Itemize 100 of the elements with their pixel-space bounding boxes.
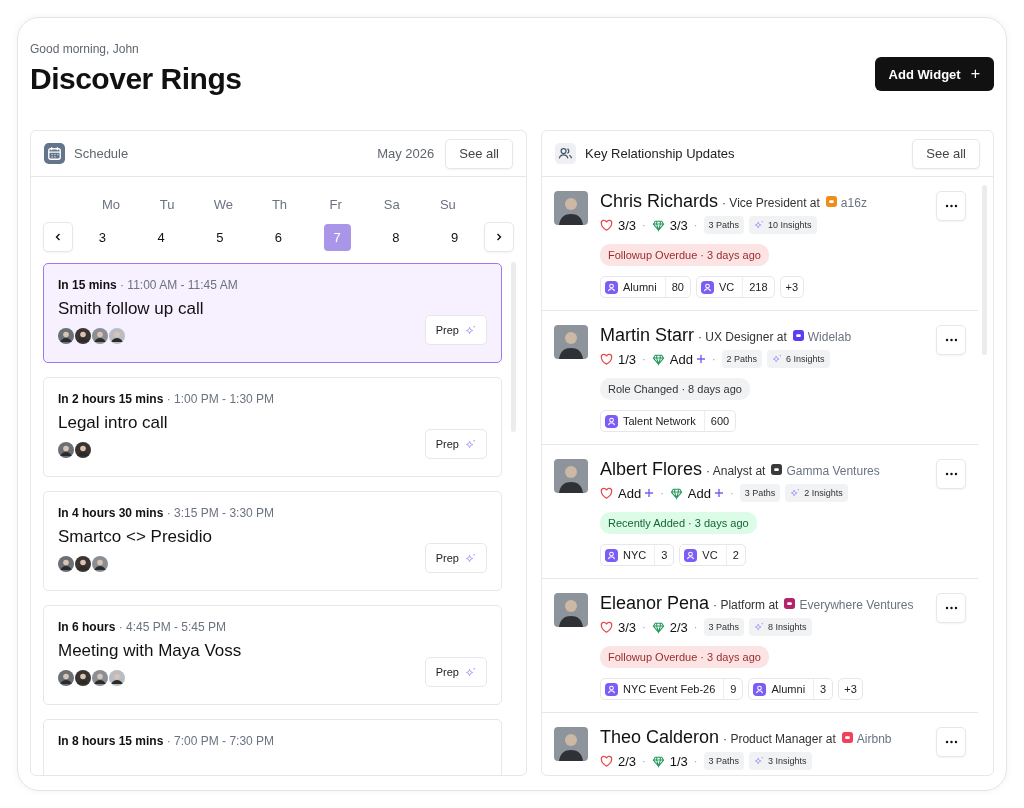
event-card[interactable]: In 6 hours · 4:45 PM - 5:45 PM Meeting with Maya Voss Prep: [43, 605, 502, 705]
person-icon: [605, 280, 618, 294]
paths-badge[interactable]: 3 Paths: [703, 216, 745, 234]
more-options-button[interactable]: [936, 459, 966, 489]
person-icon: [605, 548, 618, 562]
warmth-score: 3/3: [618, 217, 637, 233]
gem-icon: [651, 352, 665, 366]
see-all-button[interactable]: See all: [445, 138, 513, 169]
plus-icon[interactable]: [695, 354, 706, 364]
date-button[interactable]: 5: [206, 223, 234, 251]
event-time: In 15 mins · 11:00 AM - 11:45 AM: [58, 278, 239, 292]
status-badge: Followup Overdue · 3 days ago: [600, 244, 769, 266]
separator-dot: ·: [642, 621, 646, 633]
profile-photo-placeholder: [554, 191, 588, 225]
group-name: VC: [718, 281, 736, 293]
sparkle-icon: [465, 666, 476, 678]
more-groups-chip[interactable]: +3: [779, 276, 805, 298]
company-link[interactable]: Gamma Ventures: [786, 464, 880, 478]
ellipsis-icon: [944, 606, 958, 610]
event-card[interactable]: In 2 hours 15 mins · 1:00 PM - 1:30 PM Legal intro call Prep: [43, 377, 502, 477]
weekday-label: Sa: [382, 197, 401, 212]
avatar-photo-placeholder: [58, 670, 74, 686]
insights-badge[interactable]: 10 Insights: [749, 216, 817, 234]
ellipsis-icon: [944, 740, 958, 744]
prep-button[interactable]: Prep: [424, 429, 487, 459]
heart-icon: [600, 218, 613, 232]
value-score[interactable]: Add: [687, 485, 711, 501]
avatar-photo-placeholder: [75, 556, 91, 572]
event-card[interactable]: In 4 hours 30 mins · 3:15 PM - 3:30 PM Smartco <> Presidio Prep: [43, 491, 502, 591]
group-count: 9: [723, 679, 743, 699]
more-options-button[interactable]: [936, 191, 966, 221]
more-groups-chip[interactable]: +3: [838, 678, 863, 700]
date-button[interactable]: 3: [88, 223, 116, 251]
paths-badge[interactable]: 3 Paths: [703, 618, 745, 636]
prep-button[interactable]: Prep: [424, 543, 487, 573]
person-name: Chris Richards: [600, 191, 719, 212]
heart-icon: [600, 486, 613, 500]
value-score[interactable]: Add: [669, 351, 693, 367]
gem-icon: [651, 754, 665, 768]
see-all-button[interactable]: See all: [912, 138, 980, 169]
group-name: Talent Network: [623, 415, 697, 427]
date-button[interactable]: 6: [265, 223, 292, 251]
company-link[interactable]: a16z: [840, 196, 867, 210]
separator-dot: ·: [693, 621, 698, 633]
status-badge: Role Changed · 8 days ago: [600, 378, 750, 400]
date-button[interactable]: 9: [441, 223, 469, 251]
company-link[interactable]: Everywhere Ventures: [799, 598, 914, 612]
group-name: Alumni: [623, 281, 658, 293]
date-button[interactable]: 8: [382, 223, 410, 251]
heart-icon: [600, 352, 613, 366]
previous-week-button[interactable]: [43, 222, 73, 252]
sparkle-icon: [754, 220, 765, 230]
sparkle-icon: [465, 552, 476, 564]
event-card[interactable]: In 15 mins · 11:00 AM - 11:45 AM Smith follow up call Prep: [43, 263, 502, 363]
person-icon: [753, 682, 767, 696]
insights-badge[interactable]: 3 Insights: [749, 752, 812, 770]
warmth-score[interactable]: Add: [618, 485, 642, 501]
date-button[interactable]: 4: [147, 223, 175, 251]
more-options-button[interactable]: [936, 593, 966, 623]
paths-badge[interactable]: 3 Paths: [739, 484, 781, 502]
prep-button[interactable]: Prep: [424, 315, 487, 345]
group-name: Alumni: [771, 683, 807, 695]
group-chip[interactable]: Alumni 3: [748, 678, 834, 700]
separator-dot: ·: [693, 755, 698, 767]
weekday-label: Th: [270, 197, 289, 212]
ellipsis-icon: [944, 204, 958, 208]
company-link[interactable]: Widelab: [807, 330, 852, 344]
group-chip[interactable]: NYC 3: [600, 544, 675, 566]
insights-badge[interactable]: 8 Insights: [749, 618, 812, 636]
company-link[interactable]: Airbnb: [856, 732, 892, 746]
month-label: May 2026: [377, 146, 435, 161]
group-chip[interactable]: Alumni 80: [600, 276, 691, 298]
event-title: Meeting with Maya Voss: [58, 641, 243, 661]
group-count: 80: [664, 277, 690, 297]
event-title: Smartco <> Presidio: [58, 527, 213, 547]
more-options-button[interactable]: [936, 727, 966, 757]
weekday-label: We: [212, 197, 234, 212]
insights-badge[interactable]: 2 Insights: [785, 484, 848, 502]
gem-icon: [651, 218, 665, 232]
event-card[interactable]: In 8 hours 15 mins · 7:00 PM - 7:30 PM: [43, 719, 502, 775]
paths-badge[interactable]: 2 Paths: [721, 350, 763, 368]
group-count: 3: [813, 679, 833, 699]
add-widget-button[interactable]: Add Widget +: [874, 57, 994, 91]
event-time: In 6 hours · 4:45 PM - 5:45 PM: [58, 620, 228, 634]
group-chip[interactable]: Talent Network 600: [600, 410, 737, 432]
plus-icon[interactable]: [713, 488, 724, 498]
weekday-label: Fr: [328, 197, 343, 212]
insights-badge[interactable]: 6 Insights: [767, 350, 830, 368]
separator-dot: ·: [711, 353, 716, 365]
profile-photo-placeholder: [554, 593, 588, 627]
group-chip[interactable]: VC 2: [679, 544, 746, 566]
group-chip[interactable]: VC 218: [695, 276, 775, 298]
plus-icon[interactable]: [644, 488, 655, 498]
paths-badge[interactable]: 3 Paths: [703, 752, 745, 770]
more-options-button[interactable]: [936, 325, 966, 355]
chevron-right-icon: [494, 232, 504, 242]
group-chip[interactable]: NYC Event Feb-26 9: [600, 678, 744, 700]
prep-button[interactable]: Prep: [424, 657, 487, 687]
group-count: 2: [725, 545, 745, 565]
next-week-button[interactable]: [484, 222, 514, 252]
